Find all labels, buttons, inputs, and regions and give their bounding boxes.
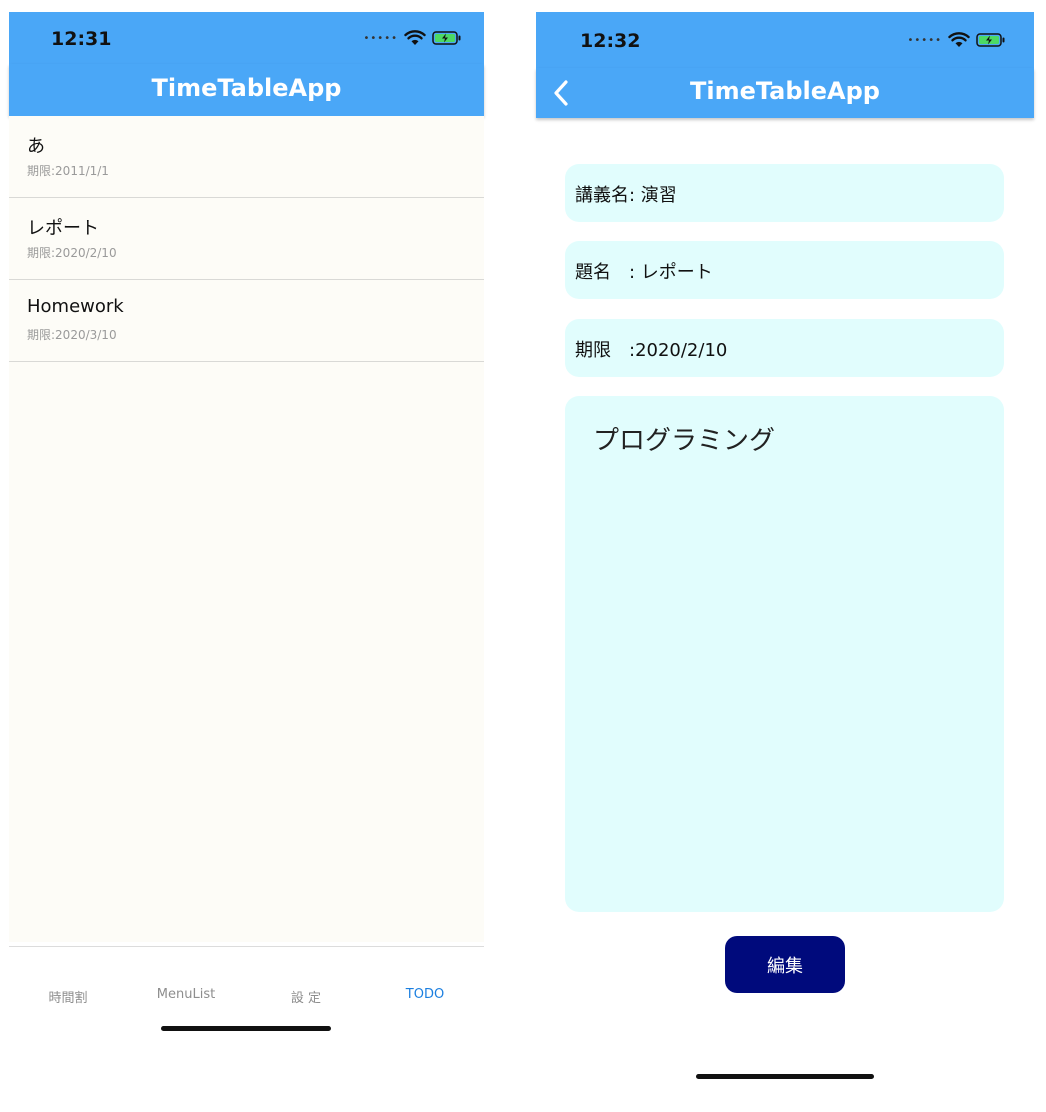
edit-button[interactable]: 編集 — [725, 936, 845, 993]
app-bar: TimeTableApp — [536, 68, 1034, 118]
status-time: 12:31 — [51, 28, 112, 50]
tab-timetable[interactable]: 時間割 — [13, 987, 123, 1006]
memo-area: プログラミング — [565, 396, 1004, 912]
app-title: TimeTableApp — [690, 77, 880, 105]
todo-list-screen: 12:31 ••••• TimeTableApp あ 期限:2011/1/1 レ… — [9, 12, 484, 1112]
memo-text: プログラミング — [593, 426, 776, 456]
signal-dots-icon: ••••• — [363, 32, 398, 44]
todo-due-date: 期限:2011/1/1 — [27, 164, 109, 178]
todo-list: あ 期限:2011/1/1 レポート 期限:2020/2/10 Homework… — [9, 116, 484, 942]
wifi-icon — [948, 32, 970, 47]
todo-item[interactable]: あ 期限:2011/1/1 — [9, 116, 484, 198]
subject-title-text: 題名 : レポート — [575, 262, 713, 283]
status-time: 12:32 — [580, 30, 641, 52]
deadline-text: 期限 :2020/2/10 — [575, 340, 728, 361]
status-icons: ••••• — [364, 30, 463, 46]
lecture-name-text: 講義名: 演習 — [575, 185, 677, 206]
todo-item[interactable]: Homework 期限:2020/3/10 — [9, 280, 484, 362]
tab-settings[interactable]: 設 定 — [251, 987, 361, 1006]
deadline-field: 期限 :2020/2/10 — [565, 319, 1004, 377]
app-title: TimeTableApp — [151, 74, 342, 102]
app-bar: TimeTableApp — [9, 64, 484, 116]
todo-due-date: 期限:2020/2/10 — [27, 246, 117, 260]
tab-menulist[interactable]: MenuList — [131, 987, 241, 1002]
status-bar: 12:32 ••••• — [536, 12, 1034, 68]
battery-charging-icon — [432, 31, 461, 45]
todo-item[interactable]: レポート 期限:2020/2/10 — [9, 198, 484, 280]
subject-title-field: 題名 : レポート — [565, 241, 1004, 299]
signal-dots-icon: ••••• — [907, 34, 942, 46]
battery-charging-icon — [976, 33, 1005, 47]
status-icons: ••••• — [908, 32, 1007, 48]
tab-todo[interactable]: TODO — [370, 987, 480, 1002]
lecture-name-field: 講義名: 演習 — [565, 164, 1004, 222]
bottom-tab-bar: 時間割 MenuList 設 定 TODO — [9, 946, 484, 1027]
todo-due-date: 期限:2020/3/10 — [27, 328, 117, 342]
todo-title: あ — [27, 136, 45, 157]
todo-detail-screen: 12:32 ••••• TimeTableApp 講義名: 演習 題名: レポ… — [536, 12, 1034, 1112]
todo-title: レポート — [27, 218, 99, 239]
wifi-icon — [404, 30, 426, 45]
todo-title: Homework — [27, 296, 124, 317]
status-bar: 12:31 ••••• — [9, 12, 484, 64]
home-indicator — [696, 1074, 874, 1079]
home-indicator — [161, 1026, 331, 1031]
